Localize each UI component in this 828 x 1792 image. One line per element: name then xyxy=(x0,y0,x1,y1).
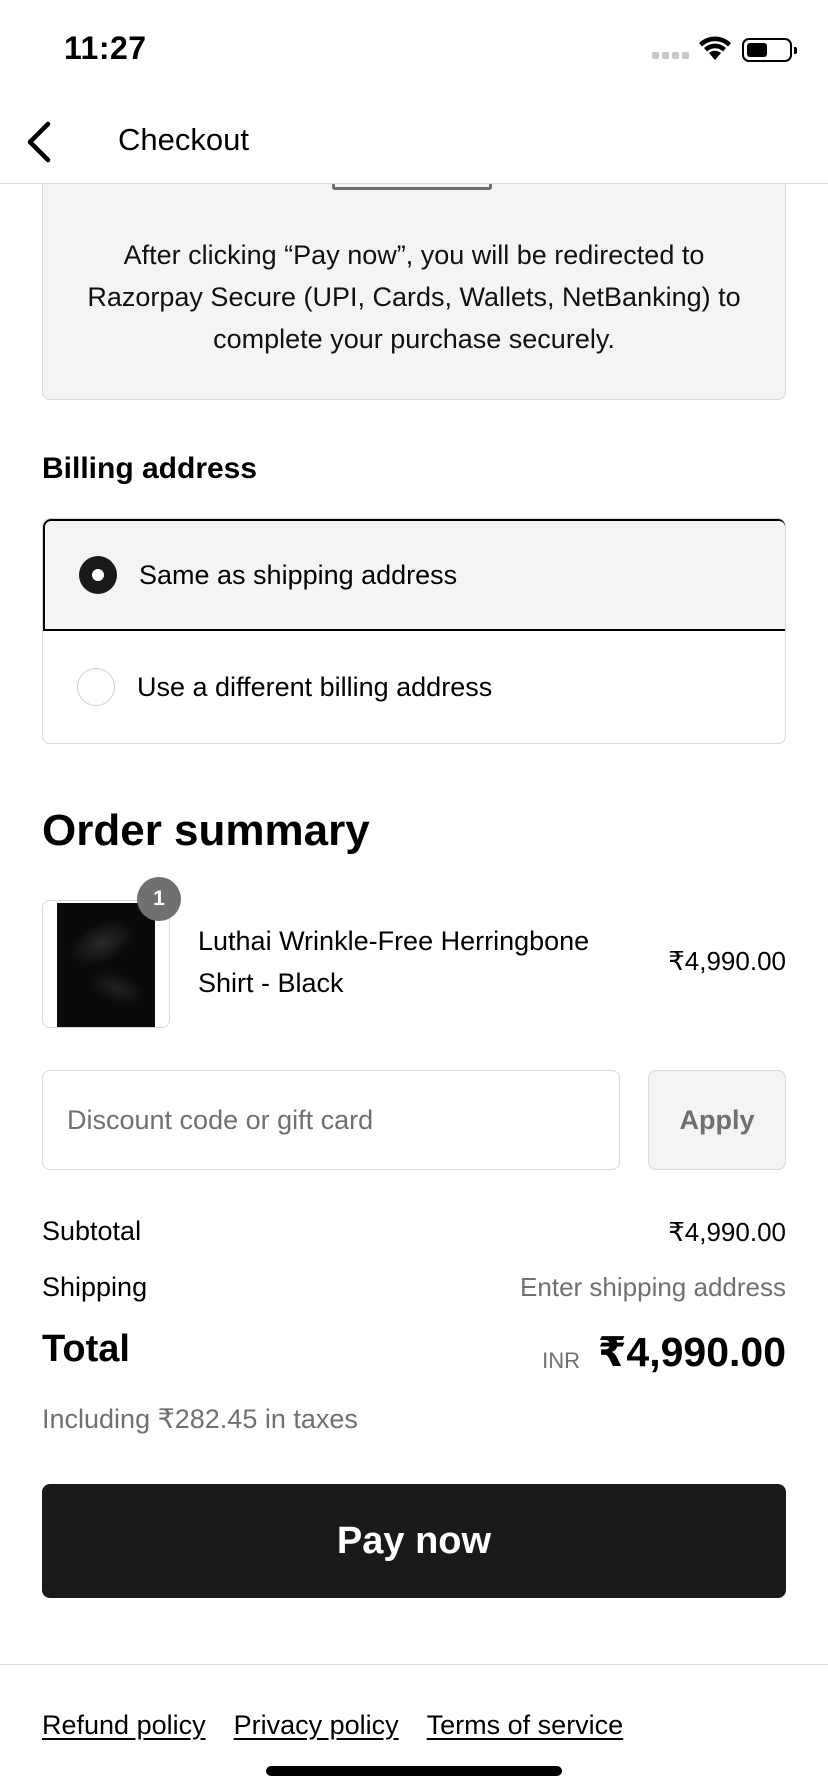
home-indicator xyxy=(266,1766,562,1776)
privacy-policy-link[interactable]: Privacy policy xyxy=(234,1710,399,1741)
apply-discount-button[interactable]: Apply xyxy=(648,1070,786,1170)
billing-option-same-as-shipping[interactable]: Same as shipping address xyxy=(43,519,785,631)
page-title: Checkout xyxy=(118,122,249,157)
shirt-image xyxy=(57,903,155,1027)
footer-links: Refund policy Privacy policy Terms of se… xyxy=(42,1710,623,1741)
product-name: Luthai Wrinkle-Free Herringbone Shirt - … xyxy=(198,926,590,998)
subtotal-value: ₹4,990.00 xyxy=(668,1217,786,1247)
checkout-header: Checkout xyxy=(0,100,828,184)
billing-address-heading: Billing address xyxy=(42,452,258,485)
pay-now-button[interactable]: Pay now xyxy=(42,1484,786,1598)
subtotal-label: Subtotal xyxy=(42,1216,142,1246)
total-label: Total xyxy=(42,1328,130,1370)
quantity-badge: 1 xyxy=(137,877,181,921)
status-bar: 11:27 xyxy=(0,0,828,100)
radio-selected-icon[interactable] xyxy=(79,556,117,594)
refund-policy-link[interactable]: Refund policy xyxy=(42,1710,206,1741)
billing-option-label: Same as shipping address xyxy=(139,559,458,590)
shipping-value: Enter shipping address xyxy=(520,1272,786,1302)
billing-option-different-address[interactable]: Use a different billing address xyxy=(43,631,785,743)
status-time: 11:27 xyxy=(64,30,147,66)
shipping-label: Shipping xyxy=(42,1272,148,1302)
product-price: ₹4,990.00 xyxy=(668,946,786,976)
discount-code-input[interactable] xyxy=(42,1070,620,1170)
wifi-icon xyxy=(699,36,731,60)
signal-icon xyxy=(652,52,689,59)
tax-note: Including ₹282.45 in taxes xyxy=(42,1404,358,1434)
battery-icon xyxy=(742,38,797,62)
order-summary-heading: Order summary xyxy=(42,806,370,855)
footer-divider xyxy=(0,1664,828,1665)
billing-address-options: Same as shipping address Use a different… xyxy=(42,518,786,744)
back-button[interactable] xyxy=(12,116,64,168)
chevron-left-icon xyxy=(27,121,51,163)
currency-code: INR xyxy=(542,1348,580,1373)
payment-redirect-panel: After clicking “Pay now”, you will be re… xyxy=(42,178,786,400)
billing-option-label: Use a different billing address xyxy=(137,671,493,702)
terms-of-service-link[interactable]: Terms of service xyxy=(427,1710,624,1741)
payment-redirect-text: After clicking “Pay now”, you will be re… xyxy=(87,240,741,354)
total-value: ₹4,990.00 xyxy=(597,1329,786,1375)
radio-unselected-icon[interactable] xyxy=(77,668,115,706)
